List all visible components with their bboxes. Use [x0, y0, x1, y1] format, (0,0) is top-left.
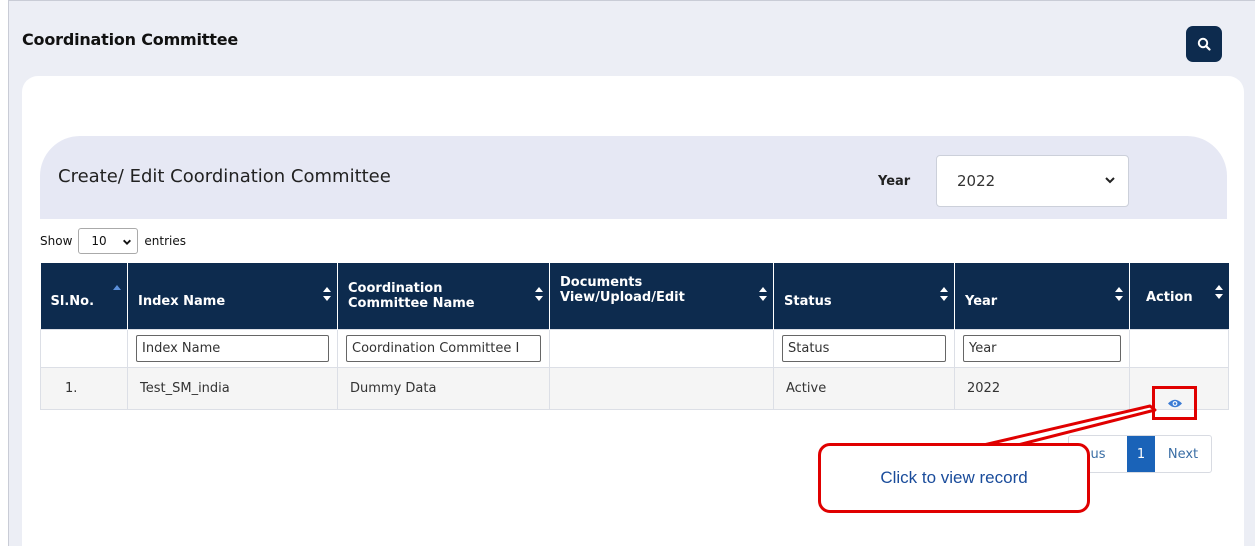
entries-length-control: Show 10 entries — [40, 228, 186, 254]
filter-row: Index Name Coordination Committee I Stat… — [40, 328, 1229, 368]
filter-cell-empty — [1129, 328, 1229, 368]
col-header-label: Status — [784, 294, 832, 310]
col-header-label: View/Upload/Edit — [560, 290, 685, 305]
sort-icon — [1214, 285, 1223, 299]
filter-cell: Status — [773, 328, 955, 368]
cell-documents — [549, 366, 774, 410]
filter-cell-empty — [40, 328, 128, 368]
entries-label: entries — [144, 234, 186, 248]
sort-icon — [535, 287, 543, 301]
col-header-label: Year — [965, 294, 998, 310]
show-label: Show — [40, 234, 73, 248]
table-header-row: Sl.No. Index Name Coordination Committee… — [40, 263, 1229, 329]
pagination-page-1[interactable]: 1 — [1127, 436, 1155, 472]
table-row: 1. Test_SM_india Dummy Data Active 2022 — [40, 366, 1229, 410]
cell-index-name: Test_SM_india — [127, 366, 338, 410]
cell-slno: 1. — [40, 366, 128, 410]
sort-icon — [323, 287, 331, 301]
col-header-label: Documents — [560, 275, 643, 290]
eye-icon — [1167, 399, 1182, 407]
col-header-committee-name[interactable]: Coordination Committee Name — [337, 263, 550, 329]
section-title: Create/ Edit Coordination Committee — [58, 166, 391, 187]
col-header-action[interactable]: Action — [1129, 263, 1229, 329]
sort-icon — [759, 287, 767, 301]
filter-cell: Coordination Committee I — [337, 328, 550, 368]
col-header-label: Coordination — [348, 280, 443, 296]
year-select-value: 2022 — [957, 172, 996, 190]
callout-annotation: Click to view record — [818, 443, 1090, 513]
col-header-label: Sl.No. — [50, 294, 95, 310]
col-header-year[interactable]: Year — [954, 263, 1130, 329]
col-header-index-name[interactable]: Index Name — [127, 263, 338, 329]
sort-asc-icon — [113, 285, 121, 290]
sort-icon — [940, 287, 948, 301]
filter-cell-empty — [549, 328, 774, 368]
entries-select-value: 10 — [91, 234, 107, 248]
filter-cell: Index Name — [127, 328, 338, 368]
year-label: Year — [878, 174, 911, 189]
chevron-down-icon — [1105, 177, 1115, 184]
committee-table: Sl.No. Index Name Coordination Committee… — [40, 263, 1229, 410]
pagination-next[interactable]: Next — [1155, 436, 1211, 472]
search-button[interactable] — [1186, 26, 1222, 62]
entries-select[interactable]: 10 — [78, 228, 139, 254]
filter-cell: Year — [954, 328, 1130, 368]
cell-committee-name: Dummy Data — [337, 366, 550, 410]
col-header-slno[interactable]: Sl.No. — [40, 263, 128, 329]
chevron-down-icon — [123, 239, 132, 245]
view-record-button[interactable] — [1152, 386, 1197, 420]
cell-year: 2022 — [954, 366, 1130, 410]
page-title: Coordination Committee — [22, 30, 238, 49]
year-select[interactable]: 2022 — [936, 155, 1129, 207]
committee-name-filter-input[interactable]: Coordination Committee I — [346, 334, 541, 362]
col-header-status[interactable]: Status — [773, 263, 955, 329]
cell-status: Active — [773, 366, 955, 410]
status-filter-input[interactable]: Status — [782, 334, 946, 362]
sort-icon — [1115, 287, 1123, 301]
index-name-filter-input[interactable]: Index Name — [136, 334, 329, 362]
col-header-label: Action — [1146, 290, 1193, 306]
col-header-documents[interactable]: Documents View/Upload/Edit — [549, 263, 774, 329]
year-filter-input[interactable]: Year — [963, 334, 1121, 362]
col-header-label: Index Name — [138, 294, 226, 310]
search-icon — [1197, 37, 1211, 51]
col-header-label: Committee Name — [348, 295, 475, 311]
